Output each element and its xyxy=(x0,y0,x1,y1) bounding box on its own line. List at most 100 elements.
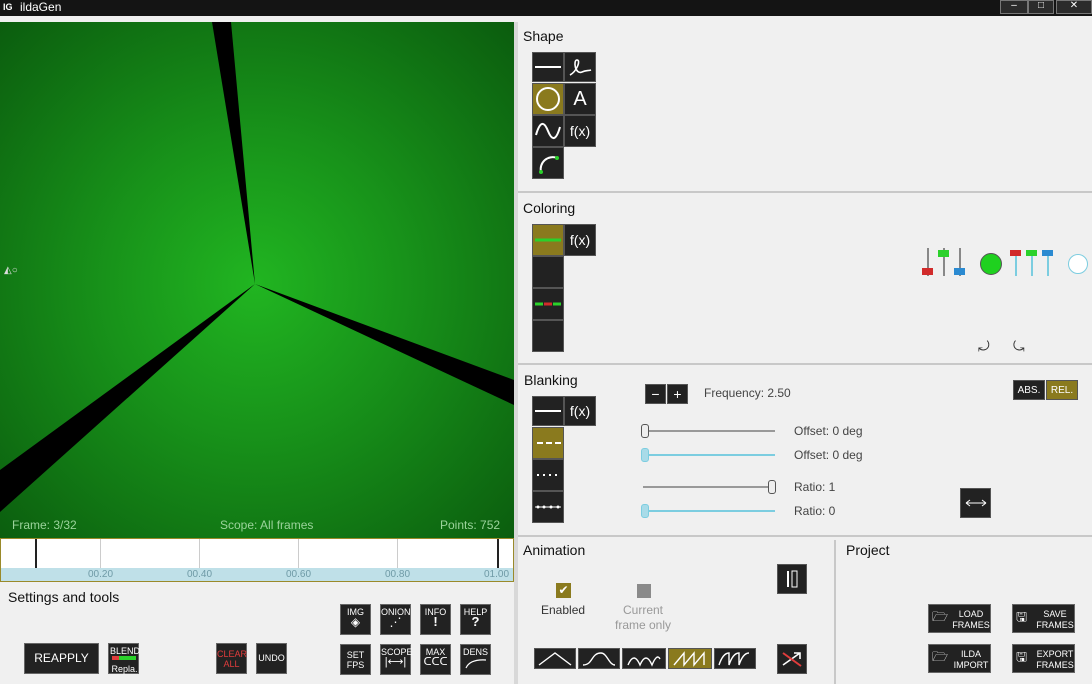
redo-color-icon[interactable]: ⤿ xyxy=(1013,338,1025,355)
green-slider-thumb[interactable] xyxy=(938,250,949,257)
scope-label: Scope: All frames xyxy=(220,518,314,532)
blank-dashed-button[interactable] xyxy=(532,427,564,459)
circle-icon xyxy=(536,87,560,111)
offset-slider-track[interactable] xyxy=(643,430,775,432)
save-icon: 🖫 xyxy=(1016,609,1028,624)
easing-smooth-button[interactable] xyxy=(578,648,620,669)
sawtooth-curve-icon xyxy=(673,650,705,667)
max-curve-icon: ᑕᑕᑕ xyxy=(423,656,448,668)
frequency-increase-button[interactable]: + xyxy=(667,384,688,404)
segment-line-icon xyxy=(535,302,561,306)
close-button[interactable]: ✕ xyxy=(1056,0,1092,14)
clear-animation-button[interactable] xyxy=(777,644,807,674)
title-bar: IG ildaGen – □ ✕ xyxy=(0,0,1092,16)
circle-tool-button[interactable] xyxy=(532,83,564,115)
timeline-tick: 00.20 xyxy=(88,569,114,580)
freehand-tool-button[interactable] xyxy=(564,52,596,82)
stretch-icon xyxy=(965,499,986,507)
text-tool-button[interactable]: A xyxy=(564,83,596,115)
solid-color-button[interactable] xyxy=(532,224,564,256)
image-icon: ◈ xyxy=(350,615,361,629)
easing-bounce-button[interactable] xyxy=(622,648,666,669)
blank-point-button[interactable] xyxy=(532,491,564,523)
dashed-line-icon xyxy=(537,442,561,444)
gradient-color-button[interactable] xyxy=(532,256,564,288)
ratio-slider-thumb[interactable] xyxy=(768,480,776,494)
density-button[interactable]: DENS xyxy=(460,644,491,675)
clear-all-button[interactable]: CLEAR ALL xyxy=(216,643,247,674)
current-frame-checkbox[interactable] xyxy=(637,584,651,598)
set-fps-button[interactable]: SET FPS xyxy=(340,644,371,675)
end-green-slider-thumb[interactable] xyxy=(1026,250,1037,256)
timeline-tick: 01.00 xyxy=(484,569,510,580)
easing-loop-button[interactable] xyxy=(714,648,756,669)
keyframe-button[interactable] xyxy=(777,564,807,594)
red-slider-thumb[interactable] xyxy=(922,268,933,275)
info-icon: ! xyxy=(433,614,438,629)
rainbow-color-button[interactable] xyxy=(532,320,564,352)
minimize-button[interactable]: – xyxy=(1000,0,1028,14)
line-tool-button[interactable] xyxy=(532,52,564,82)
solid-line-icon xyxy=(535,410,561,412)
end-red-slider-thumb[interactable] xyxy=(1010,250,1021,256)
offset-slider-thumb[interactable] xyxy=(641,424,649,438)
frame-counter: Frame: 3/32 xyxy=(12,518,77,532)
stretch-button[interactable] xyxy=(960,488,991,518)
ratio-end-slider-track[interactable] xyxy=(643,510,775,512)
timeline-tick: 00.80 xyxy=(385,569,411,580)
segment-color-button[interactable] xyxy=(532,288,564,320)
keyframe-icon xyxy=(787,570,798,588)
frequency-label: Frequency: 2.50 xyxy=(704,386,791,400)
onion-button[interactable]: ONION ⋰ xyxy=(380,604,411,635)
preview-viewport[interactable]: ◭○ Frame: 3/32 Scope: All frames Points:… xyxy=(0,22,514,538)
color-function-button[interactable]: f(x) xyxy=(564,224,596,256)
frequency-decrease-button[interactable]: − xyxy=(645,384,666,404)
help-button[interactable]: HELP ? xyxy=(460,604,491,635)
export-icon: 🖫 xyxy=(1016,649,1028,664)
density-curve-icon xyxy=(464,659,486,669)
enabled-checkbox[interactable]: ✔ xyxy=(556,583,571,598)
max-button[interactable]: MAX ᑕᑕᑕ xyxy=(420,644,451,675)
export-frames-button[interactable]: 🖫 EXPORT FRAMES xyxy=(1012,644,1075,673)
loop-curve-icon xyxy=(718,651,750,665)
scope-button[interactable]: SCOPE |⟷| xyxy=(380,644,413,675)
blank-dotted-button[interactable] xyxy=(532,459,564,491)
end-blue-slider-thumb[interactable] xyxy=(1042,250,1053,256)
color-preview-swatch[interactable] xyxy=(980,253,1002,275)
abs-mode-button[interactable]: ABS. xyxy=(1013,380,1045,400)
help-icon: ? xyxy=(471,614,480,629)
blend-button[interactable]: BLEND Repla. xyxy=(108,643,140,674)
ratio-end-slider-thumb[interactable] xyxy=(641,504,649,518)
undo-button[interactable]: UNDO xyxy=(256,643,287,674)
animation-header: Animation xyxy=(523,542,586,558)
blank-none-button[interactable] xyxy=(532,396,564,426)
offset-end-label: Offset: 0 deg xyxy=(794,448,863,462)
rel-mode-button[interactable]: REL. xyxy=(1046,380,1078,400)
undo-color-icon[interactable]: ⤾ xyxy=(978,338,990,355)
sine-wave-icon xyxy=(535,123,561,139)
dotted-line-icon xyxy=(537,474,561,476)
reapply-button[interactable]: REAPPLY xyxy=(24,643,99,674)
current-frame-label-1: Current xyxy=(623,603,664,617)
offset-end-slider-thumb[interactable] xyxy=(641,448,649,462)
timeline-cursor[interactable] xyxy=(35,539,37,568)
image-button[interactable]: IMG ◈ xyxy=(340,604,371,635)
offset-end-slider-track[interactable] xyxy=(643,454,775,456)
easing-sawtooth-button[interactable] xyxy=(668,648,712,669)
arc-tool-button[interactable] xyxy=(532,147,564,179)
easing-linear-button[interactable] xyxy=(534,648,576,669)
sine-tool-button[interactable] xyxy=(532,115,564,147)
end-color-swatch[interactable] xyxy=(1068,254,1088,274)
ratio-slider-track[interactable] xyxy=(643,486,775,488)
ilda-import-button[interactable]: 🗁 ILDA IMPORT xyxy=(928,644,991,673)
load-frames-button[interactable]: 🗁 LOAD FRAMES xyxy=(928,604,991,633)
timeline[interactable]: 00.20 00.40 00.60 00.80 01.00 xyxy=(0,538,514,582)
blank-function-button[interactable]: f(x) xyxy=(564,396,596,426)
blue-slider-thumb[interactable] xyxy=(954,268,965,275)
function-tool-button[interactable]: f(x) xyxy=(564,115,596,147)
bounce-curve-icon xyxy=(627,655,661,667)
info-button[interactable]: INFO ! xyxy=(420,604,451,635)
maximize-button[interactable]: □ xyxy=(1028,0,1054,14)
linear-curve-icon xyxy=(538,651,572,666)
save-frames-button[interactable]: 🖫 SAVE FRAMES xyxy=(1012,604,1075,633)
